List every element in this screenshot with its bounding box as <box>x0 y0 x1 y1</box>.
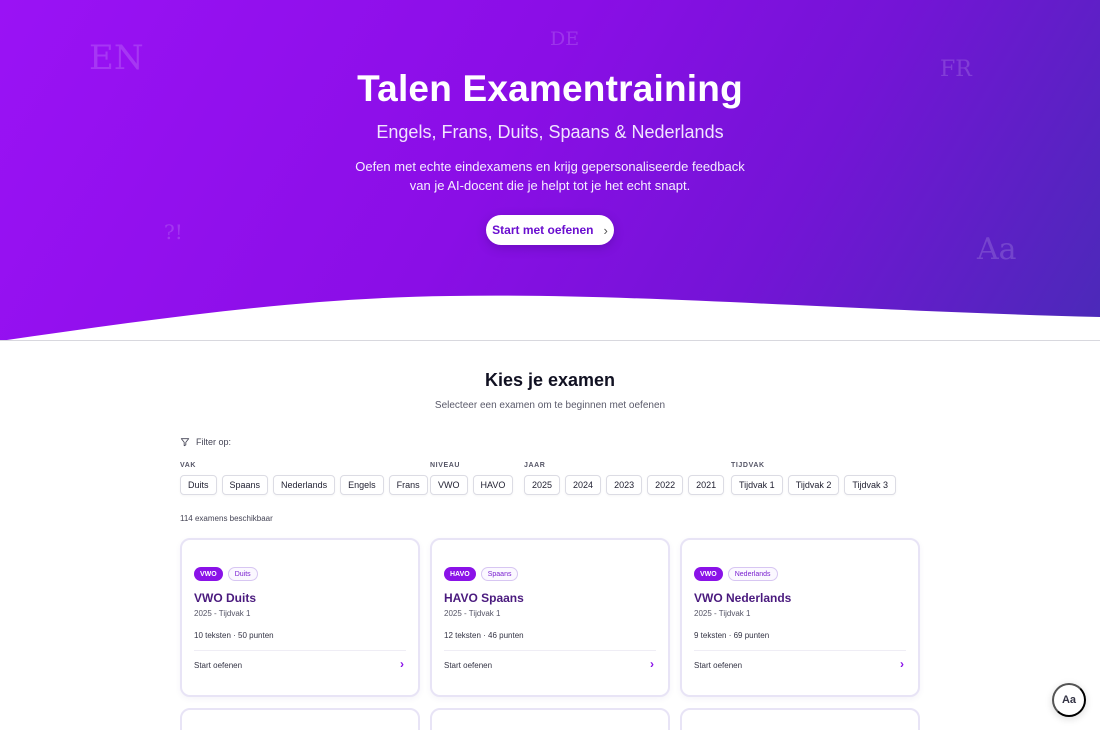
exam-card-meta: 2025 - Tijdvak 1 <box>694 609 751 618</box>
filter-chip-tijdvak-2[interactable]: Tijdvak 2 <box>787 475 840 495</box>
filter-chip-tijdvak-3[interactable]: Tijdvak 3 <box>844 475 897 495</box>
filter-label: Filter op: <box>180 437 231 447</box>
hero-wave <box>0 295 1100 341</box>
exam-card-meta: 2025 - Tijdvak 1 <box>444 609 501 618</box>
filter-chip-2021[interactable]: 2021 <box>688 475 725 495</box>
filter-chip-frans[interactable]: Frans <box>388 475 428 495</box>
filter-chip-2023[interactable]: 2023 <box>606 475 643 495</box>
exam-card[interactable]: HAVO Spaans HAVO Spaans 2025 - Tijdvak 1… <box>430 538 670 697</box>
start-practice-link[interactable]: Start oefenen <box>444 661 492 670</box>
language-badge: Nederlands <box>727 567 778 581</box>
decoration-interrobang: ?! <box>164 220 183 244</box>
chevron-right-icon: › <box>603 222 608 238</box>
results-count: 114 examens beschikbaar <box>180 514 273 523</box>
exam-card-stats: 12 teksten · 46 punten <box>444 631 524 640</box>
exam-card-meta: 2025 - Tijdvak 1 <box>194 609 251 618</box>
filter-group-label: JAAR <box>524 462 546 469</box>
filter-group-label: VAK <box>180 462 197 469</box>
filter-group-label: NIVEAU <box>430 462 461 469</box>
filter-group-jaar: JAAR 2025 2024 2023 2022 2021 <box>524 462 725 495</box>
chevron-right-icon[interactable]: › <box>900 657 904 671</box>
card-divider <box>694 650 906 651</box>
card-divider <box>194 650 406 651</box>
exam-card-title: VWO Nederlands <box>694 591 792 605</box>
hero-banner: EN DE FR ?! Aa Talen Examentraining Enge… <box>0 0 1100 341</box>
chevron-right-icon[interactable]: › <box>650 657 654 671</box>
exam-card[interactable]: VWO Duits VWO Duits 2025 - Tijdvak 1 10 … <box>180 538 420 697</box>
decoration-aa: Aa <box>977 232 1017 267</box>
exam-card-partial[interactable] <box>180 708 420 730</box>
font-settings-button[interactable]: Aa <box>1052 683 1086 717</box>
filter-icon <box>180 438 190 447</box>
filter-group-niveau: NIVEAU VWO HAVO <box>430 462 514 495</box>
filter-chip-vwo[interactable]: VWO <box>430 475 468 495</box>
exam-card[interactable]: VWO Nederlands VWO Nederlands 2025 - Tij… <box>680 538 920 697</box>
hero-description: Oefen met echte eindexamens en krijg gep… <box>355 159 745 193</box>
exam-card-partial[interactable] <box>680 708 920 730</box>
exam-card-title: VWO Duits <box>194 591 256 605</box>
hero-title: Talen Examentraining <box>357 68 743 109</box>
filter-chip-tijdvak-1[interactable]: Tijdvak 1 <box>731 475 783 495</box>
exam-card-partial[interactable] <box>430 708 670 730</box>
filter-chip-spaans[interactable]: Spaans <box>221 475 269 495</box>
level-badge: VWO <box>194 567 223 581</box>
exam-card-title: HAVO Spaans <box>444 591 524 605</box>
section-subtitle: Selecteer een examen om te beginnen met … <box>434 400 666 411</box>
section-title: Kies je examen <box>484 370 616 390</box>
level-badge: VWO <box>694 567 723 581</box>
filter-label-text: Filter op: <box>196 437 232 447</box>
exam-card-stats: 9 teksten · 69 punten <box>694 631 770 640</box>
filter-chip-havo[interactable]: HAVO <box>472 475 514 495</box>
section-divider <box>0 340 1100 341</box>
language-badge: Spaans <box>480 567 519 581</box>
start-practice-link[interactable]: Start oefenen <box>694 661 742 670</box>
decoration-de: DE <box>550 28 580 50</box>
chevron-right-icon[interactable]: › <box>400 657 404 671</box>
start-practicing-button[interactable]: Start met oefenen › <box>486 215 614 245</box>
filter-group-label: TIJDVAK <box>731 462 765 469</box>
filter-chip-duits[interactable]: Duits <box>180 475 217 495</box>
hero-subtitle: Engels, Frans, Duits, Spaans & Nederland… <box>376 122 724 142</box>
exam-card-stats: 10 teksten · 50 punten <box>194 631 274 640</box>
filter-group-tijdvak: TIJDVAK Tijdvak 1 Tijdvak 2 Tijdvak 3 <box>731 462 897 495</box>
start-practice-link[interactable]: Start oefenen <box>194 661 242 670</box>
level-badge: HAVO <box>444 567 476 581</box>
filter-chip-2022[interactable]: 2022 <box>647 475 684 495</box>
filter-chip-2024[interactable]: 2024 <box>565 475 602 495</box>
card-divider <box>444 650 656 651</box>
filter-chip-nederlands[interactable]: Nederlands <box>273 475 336 495</box>
start-practicing-label: Start met oefenen <box>492 223 594 237</box>
filter-chip-engels[interactable]: Engels <box>340 475 384 495</box>
filter-group-vak: VAK Duits Spaans Nederlands Engels Frans <box>180 462 428 495</box>
filter-chip-2025[interactable]: 2025 <box>524 475 561 495</box>
language-badge: Duits <box>227 567 258 581</box>
